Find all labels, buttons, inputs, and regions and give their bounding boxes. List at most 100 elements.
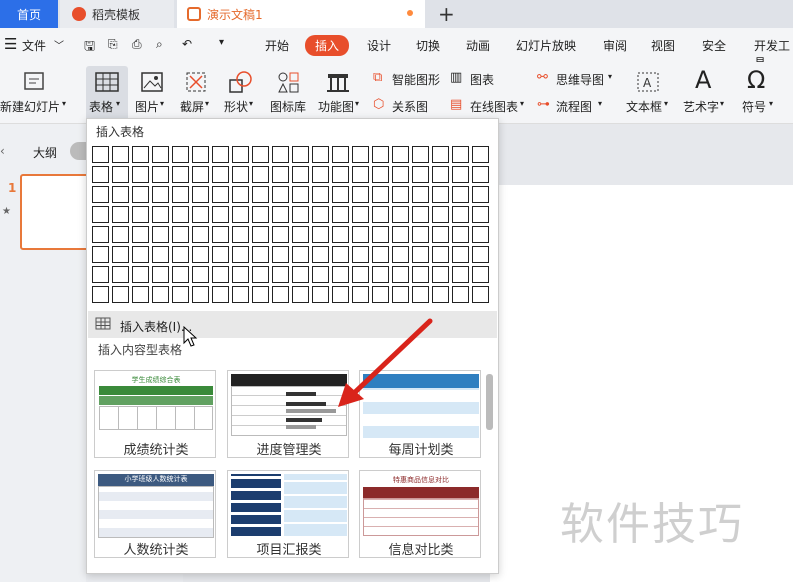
table-grid-cell[interactable] xyxy=(412,186,429,203)
table-grid-cell[interactable] xyxy=(212,226,229,243)
table-grid-cell[interactable] xyxy=(392,146,409,163)
menu-home[interactable]: 开始 xyxy=(265,37,289,54)
new-tab-plus-icon[interactable]: + xyxy=(438,2,455,26)
table-grid-cell[interactable] xyxy=(472,206,489,223)
save-icon[interactable]: 🖫 xyxy=(84,37,95,59)
dropdown-arrow-icon[interactable]: ▾ xyxy=(608,72,612,81)
more-icon[interactable]: ▾ xyxy=(219,37,224,48)
table-grid-cell[interactable] xyxy=(192,166,209,183)
table-grid-cell[interactable] xyxy=(232,246,249,263)
dropdown-arrow-icon[interactable]: ▾ xyxy=(355,99,359,108)
table-grid-cell[interactable] xyxy=(412,226,429,243)
table-grid-cell[interactable] xyxy=(192,146,209,163)
template-card-score[interactable]: 学生成绩综合表 成绩统计类 xyxy=(94,370,216,458)
table-grid-cell[interactable] xyxy=(252,226,269,243)
table-grid-cell[interactable] xyxy=(252,266,269,283)
table-grid-cell[interactable] xyxy=(312,186,329,203)
table-grid-cell[interactable] xyxy=(332,146,349,163)
table-grid-cell[interactable] xyxy=(172,226,189,243)
table-grid-cell[interactable] xyxy=(292,266,309,283)
table-grid-cell[interactable] xyxy=(372,226,389,243)
table-grid-cell[interactable] xyxy=(152,166,169,183)
table-grid-cell[interactable] xyxy=(252,206,269,223)
table-grid-cell[interactable] xyxy=(212,146,229,163)
table-grid-cell[interactable] xyxy=(432,146,449,163)
undo-icon[interactable]: ↶ xyxy=(182,37,192,51)
table-grid-cell[interactable] xyxy=(272,266,289,283)
table-grid-cell[interactable] xyxy=(472,246,489,263)
table-grid-cell[interactable] xyxy=(232,146,249,163)
shape-label[interactable]: 形状 xyxy=(224,98,248,115)
dropdown-arrow-icon[interactable]: ▾ xyxy=(664,99,668,108)
table-grid-cell[interactable] xyxy=(92,186,109,203)
table-grid-cell[interactable] xyxy=(272,206,289,223)
table-grid-cell[interactable] xyxy=(452,166,469,183)
table-grid-cell[interactable] xyxy=(432,226,449,243)
table-grid-cell[interactable] xyxy=(392,206,409,223)
textbox-label[interactable]: 文本框 xyxy=(626,98,662,115)
menu-view[interactable]: 视图 xyxy=(651,37,675,54)
table-grid-cell[interactable] xyxy=(112,146,129,163)
table-grid-cell[interactable] xyxy=(272,146,289,163)
table-grid-cell[interactable] xyxy=(192,246,209,263)
table-grid-cell[interactable] xyxy=(192,206,209,223)
chevron-down-icon[interactable]: ﹀ xyxy=(54,37,64,52)
table-grid-cell[interactable] xyxy=(332,286,349,303)
tab-docer-templates[interactable]: 稻壳模板 xyxy=(60,0,174,28)
table-grid-cell[interactable] xyxy=(232,266,249,283)
table-grid-cell[interactable] xyxy=(432,286,449,303)
table-grid-cell[interactable] xyxy=(472,286,489,303)
menu-security[interactable]: 安全 xyxy=(702,37,726,54)
table-grid-cell[interactable] xyxy=(132,146,149,163)
table-grid-cell[interactable] xyxy=(432,206,449,223)
table-grid-cell[interactable] xyxy=(112,286,129,303)
table-grid-cell[interactable] xyxy=(432,266,449,283)
table-grid-cell[interactable] xyxy=(132,246,149,263)
table-grid-cell[interactable] xyxy=(272,166,289,183)
table-grid-cell[interactable] xyxy=(132,286,149,303)
table-grid-cell[interactable] xyxy=(312,226,329,243)
new-slide-label[interactable]: 新建幻灯片 xyxy=(0,98,60,115)
wordart-label[interactable]: 艺术字 xyxy=(683,98,719,115)
table-grid-cell[interactable] xyxy=(312,266,329,283)
icon-library-label[interactable]: 图标库 xyxy=(270,98,306,115)
table-grid-cell[interactable] xyxy=(392,186,409,203)
table-grid-cell[interactable] xyxy=(312,286,329,303)
template-card-compare[interactable]: 特惠商品信息对比 信息对比类 xyxy=(359,470,481,558)
table-grid-cell[interactable] xyxy=(452,226,469,243)
table-grid-cell[interactable] xyxy=(352,206,369,223)
table-grid-cell[interactable] xyxy=(412,266,429,283)
table-grid-cell[interactable] xyxy=(92,266,109,283)
slide-thumbnail[interactable] xyxy=(20,174,90,250)
table-grid-cell[interactable] xyxy=(332,166,349,183)
table-grid-cell[interactable] xyxy=(472,266,489,283)
table-grid-cell[interactable] xyxy=(112,246,129,263)
table-grid-cell[interactable] xyxy=(252,186,269,203)
table-grid-cell[interactable] xyxy=(232,166,249,183)
table-grid-cell[interactable] xyxy=(232,226,249,243)
table-grid-cell[interactable] xyxy=(412,146,429,163)
table-grid-cell[interactable] xyxy=(452,286,469,303)
table-grid-cell[interactable] xyxy=(472,186,489,203)
table-grid-cell[interactable] xyxy=(472,166,489,183)
table-grid-cell[interactable] xyxy=(212,246,229,263)
table-grid-cell[interactable] xyxy=(232,186,249,203)
table-grid-cell[interactable] xyxy=(392,286,409,303)
table-grid-cell[interactable] xyxy=(432,166,449,183)
table-grid-cell[interactable] xyxy=(112,166,129,183)
menu-design[interactable]: 设计 xyxy=(367,37,391,54)
table-grid-cell[interactable] xyxy=(212,286,229,303)
table-grid-cell[interactable] xyxy=(452,246,469,263)
dropdown-arrow-icon[interactable]: ▾ xyxy=(62,99,66,108)
table-grid-cell[interactable] xyxy=(412,246,429,263)
table-grid-cell[interactable] xyxy=(292,226,309,243)
table-grid-cell[interactable] xyxy=(232,206,249,223)
preview-icon[interactable]: ⌕ xyxy=(156,37,163,52)
table-grid-cell[interactable] xyxy=(332,266,349,283)
dropdown-arrow-icon[interactable]: ▾ xyxy=(598,99,602,108)
table-grid-cell[interactable] xyxy=(352,246,369,263)
dropdown-arrow-icon[interactable]: ▾ xyxy=(769,99,773,108)
table-grid-cell[interactable] xyxy=(292,286,309,303)
table-grid-cell[interactable] xyxy=(92,246,109,263)
table-grid-cell[interactable] xyxy=(112,186,129,203)
